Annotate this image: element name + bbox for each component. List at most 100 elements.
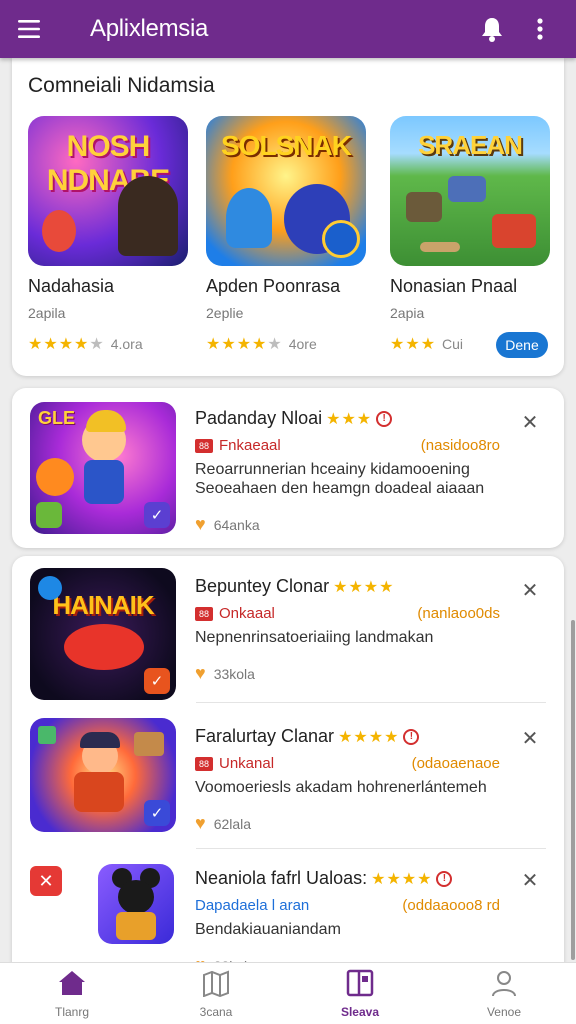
rating-stars: ★★★★ — [333, 578, 395, 596]
category-tag-icon: 88 — [195, 756, 213, 771]
list-item[interactable]: ✓ Faralurtay Clanar ★★★★ ! 88 Unkanal (o… — [12, 704, 564, 846]
list-item-description: Reoarrunnerian hceainy kidamooening Seoe… — [195, 461, 485, 497]
app-bar: Aplixlemsia — [0, 0, 576, 58]
app-artwork[interactable]: SOLSNAK — [206, 116, 366, 266]
list-item-category: Fnkaeaal — [219, 437, 281, 454]
list-item-meta: 88 Unkanal (odaoaenaoe — [195, 755, 504, 772]
list-item-title: Neaniola fafrl Ualoas: — [195, 868, 368, 888]
list-item[interactable]: HAINAIK ✓ Bepuntey Clonar ★★★★ 88 Onkaaa… — [12, 556, 564, 701]
remove-icon[interactable]: ✕ — [30, 866, 62, 896]
heart-icon[interactable]: ♥ — [195, 813, 206, 834]
bottom-navigation: Tlanrg 3cana Sleava Venoe — [0, 962, 576, 1024]
category-tag-icon: 88 — [195, 438, 213, 453]
list-item-likes: ♥ 62lala — [195, 813, 504, 834]
list-item-likes: ♥ 33kola — [195, 663, 504, 684]
likes-count: 33kola — [213, 665, 255, 682]
app-thumbnail[interactable] — [98, 864, 174, 944]
map-icon — [201, 969, 231, 1002]
nav-item-home[interactable]: Tlanrg — [0, 963, 144, 1024]
list-item-info: Bepuntey Clonar ★★★★ 88 Onkaaal (nanlaoo… — [195, 576, 504, 684]
close-icon[interactable]: ✕ — [518, 578, 542, 602]
hamburger-menu-icon[interactable] — [18, 9, 58, 49]
verified-badge-icon: ✓ — [144, 800, 170, 826]
app-subtitle: 2apila — [28, 305, 66, 321]
nav-item-library[interactable]: Sleava — [288, 963, 432, 1024]
list-item-title-row: Faralurtay Clanar ★★★★ ! — [195, 726, 504, 747]
list-item-meta: 88 Onkaaal (nanlaoo0ds — [195, 605, 504, 622]
likes-count: 64anka — [213, 516, 260, 533]
rating-stars: ★★★★ — [371, 870, 433, 888]
featured-app-card[interactable]: NOSH NDNABE Nadahasia 2apila ★★★★★ 4.ora — [28, 116, 188, 354]
app-thumbnail[interactable]: GLE ✓ — [30, 402, 176, 534]
list-item-info: Faralurtay Clanar ★★★★ ! 88 Unkanal (oda… — [195, 726, 504, 834]
list-item-description: Voomoeriesls akadam hohrenerlántemeh — [195, 779, 487, 796]
rating-stars: ★★★★★ — [28, 336, 105, 353]
list-item-description: Bendakiauaniandam — [195, 921, 341, 938]
app-thumbnail[interactable]: HAINAIK ✓ — [30, 568, 176, 700]
featured-app-card[interactable]: SOLSNAK Apden Poonrasa 2eplie ★★★★★ 4ore — [206, 116, 366, 354]
verified-badge-icon: ✓ — [144, 502, 170, 528]
alert-icon: ! — [376, 410, 393, 427]
close-icon[interactable]: ✕ — [518, 410, 542, 434]
list-item[interactable]: GLE ✓ Padanday Nloai ★★★ ! 88 Fnkaeaal (… — [12, 388, 564, 548]
list-item-category: Onkaaal — [219, 605, 275, 622]
featured-section-title: Comneiali Nidamsia — [28, 74, 215, 97]
list-item-title: Padanday Nloai — [195, 408, 323, 428]
app-artwork-text: SRAEAN — [418, 130, 523, 160]
likes-count: 62lala — [213, 815, 252, 832]
app-rating: ★★★★★ 4.ora — [28, 334, 188, 354]
featured-action-button[interactable]: Dene — [496, 332, 548, 358]
alert-icon: ! — [436, 870, 453, 887]
more-vertical-icon[interactable] — [522, 9, 558, 49]
list-item-link[interactable]: (oddaaooo8 rd — [402, 897, 504, 914]
nav-item-map[interactable]: 3cana — [144, 963, 288, 1024]
app-name: Apden Poonrasa — [206, 276, 341, 296]
list-item-link[interactable]: (odaoaenaoe — [412, 755, 504, 772]
list-item-info: Padanday Nloai ★★★ ! 88 Fnkaeaal (nasido… — [195, 408, 504, 535]
app-subtitle: 2eplie — [206, 305, 244, 321]
app-title: Aplixlemsia — [90, 15, 209, 42]
list-item-title-row: Neaniola fafrl Ualoas: ★★★★ ! — [195, 868, 504, 889]
alert-icon: ! — [403, 728, 420, 745]
app-rating: ★★★★★ 4ore — [206, 334, 366, 354]
home-icon — [57, 969, 87, 1002]
list-item-meta: Dapadaela l aran (oddaaooo8 rd — [195, 897, 504, 914]
nav-label: Venoe — [486, 1004, 522, 1019]
rating-text: 4ore — [288, 336, 317, 352]
app-artwork-text: SOLSNAK — [221, 130, 352, 161]
rating-text: Cui — [442, 336, 464, 352]
heart-icon[interactable]: ♥ — [195, 514, 206, 535]
nav-label: Tlanrg — [54, 1004, 89, 1019]
app-artwork[interactable]: SRAEAN — [390, 116, 550, 266]
rating-stars: ★★★★★ — [206, 336, 283, 353]
rating-stars: ★★★ — [390, 336, 437, 353]
rating-stars: ★★★ — [326, 410, 373, 428]
notification-bell-icon[interactable] — [474, 9, 510, 49]
app-name: Nadahasia — [28, 276, 115, 296]
profile-icon — [489, 969, 519, 1002]
list-item[interactable]: ✕ Neaniola fafrl Ualoas: ★★★★ ! Dapadael… — [12, 850, 564, 975]
rating-text: 4.ora — [110, 336, 143, 352]
scrollbar[interactable] — [571, 620, 575, 960]
list-item-title-row: Bepuntey Clonar ★★★★ — [195, 576, 504, 597]
app-name: Nonasian Pnaal — [390, 276, 518, 296]
list-item-category: Unkanal — [219, 755, 275, 772]
close-icon[interactable]: ✕ — [518, 726, 542, 750]
app-thumbnail[interactable]: ✓ — [30, 718, 176, 832]
rating-stars: ★★★★ — [338, 728, 400, 746]
library-icon — [345, 969, 375, 1002]
close-icon[interactable]: ✕ — [518, 868, 542, 892]
app-list-card: GLE ✓ Padanday Nloai ★★★ ! 88 Fnkaeaal (… — [12, 388, 564, 548]
category-tag-icon: 88 — [195, 606, 213, 621]
featured-app-card[interactable]: SRAEAN Nonasian Pnaal 2apia ★★★ Cui — [390, 116, 550, 354]
list-item-link[interactable]: (nanlaoo0ds — [417, 605, 504, 622]
list-item-info: Neaniola fafrl Ualoas: ★★★★ ! Dapadaela … — [195, 868, 504, 976]
heart-icon[interactable]: ♥ — [195, 663, 206, 684]
nav-label: 3cana — [199, 1004, 233, 1019]
featured-section: Comneiali Nidamsia NOSH NDNABE Nadahasia… — [12, 58, 564, 376]
list-item-title-row: Padanday Nloai ★★★ ! — [195, 408, 504, 429]
app-artwork[interactable]: NOSH NDNABE — [28, 116, 188, 266]
app-list-card: HAINAIK ✓ Bepuntey Clonar ★★★★ 88 Onkaaa… — [12, 556, 564, 986]
list-item-link[interactable]: (nasidoo8ro — [421, 437, 504, 454]
nav-item-profile[interactable]: Venoe — [432, 963, 576, 1024]
